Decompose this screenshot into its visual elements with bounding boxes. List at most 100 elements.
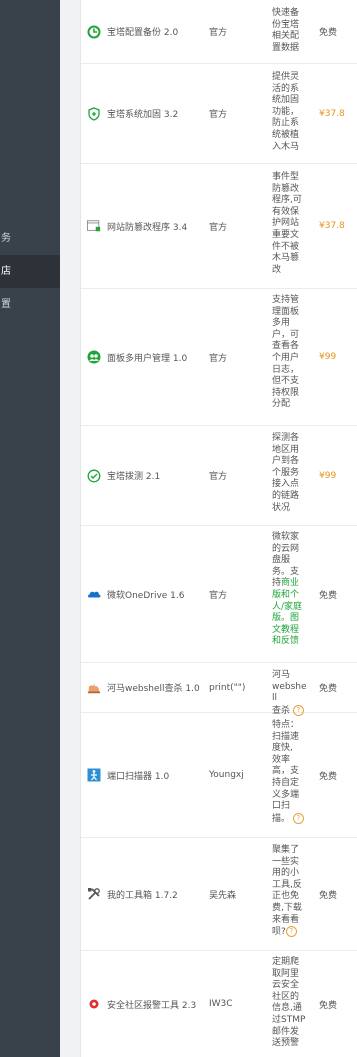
help-icon[interactable]: ? [292,812,304,824]
desc-line: 务。支 [272,566,300,577]
desc-line: 一些实 [272,856,300,867]
desc-line: 定期爬 [272,957,300,967]
desc-line: 活的系 [272,83,300,94]
tutorial-link[interactable]: 版。图 [272,613,308,625]
plugin-name-cell[interactable]: 端口扫描器 1.0 [87,713,209,837]
shield-plus-icon [87,106,101,121]
plugin-developer: 官方 [209,590,228,601]
plugin-developer: 吴先森 [209,890,237,901]
plugin-name: 微软OneDrive 1.6 [107,590,185,601]
desc-line: 件不被 [272,241,300,252]
plugin-name-cell[interactable]: 安全社区报警工具 2.3 [87,951,209,1057]
desc-text: 持 [272,578,282,589]
desc-line: 持商业 [272,578,308,590]
plugin-name-cell[interactable]: 微软OneDrive 1.6 [87,526,209,662]
plugin-price: 免费 [319,1000,338,1011]
plugin-name-cell[interactable]: 宝塔系统加固 3.2 [87,64,209,163]
desc-line: 费,下载 [272,902,302,913]
plugin-name-cell[interactable]: 宝塔配置备份 2.0 [87,0,209,63]
sidebar-item-settings[interactable]: 置 [0,288,60,321]
desc-line: 提供灵 [272,72,300,82]
tutorial-link[interactable]: 商业 [281,578,299,588]
probe-check-icon [87,469,101,483]
desc-line: 持自定 [272,777,300,788]
desc-line: 查看各 [272,341,300,352]
plugin-price: 免费 [319,771,338,782]
tutorial-link[interactable]: 版和个 [272,590,308,602]
table-row: 我的工具箱 1.7.2 吴先森 聚集了 一些实 用的小 工具,反 正也免 费,下… [81,838,357,951]
table-row: 宝塔拨测 2.1 官方 探测各 地区用 户到各 个服务 接入点 的链路 状况 ¥… [81,426,357,526]
desc-line: 个用户 [272,352,300,363]
desc-line: 过STMP [272,1014,306,1025]
help-icon[interactable]: ? [285,926,297,938]
desc-line: 河马 [272,670,291,680]
desc-line: 云安全 [272,980,300,991]
tutorial-link[interactable]: 文教程 [272,625,308,637]
plugin-name: 面板多用户管理 1.0 [107,353,188,364]
plugin-name: 河马webshell查杀 1.0 [107,684,200,694]
backup-clock-icon [87,25,101,39]
multi-user-icon [87,350,101,364]
desc-line: 正也免 [272,891,300,902]
plugin-name-cell[interactable]: 宝塔拨测 2.1 [87,426,209,525]
plugin-name-cell[interactable]: 河马webshell查杀 1.0 [87,663,209,712]
desc-line: 有效保 [272,206,300,217]
plugin-price: ¥99 [319,352,337,362]
plugin-price: ¥37.8 [319,221,345,231]
sidebar-item-label: 务 [1,233,11,244]
table-row: 网站防篡改程序 3.4 官方 事件型 防篡改 程序,可 有效保 护网站 重要文 … [81,164,357,289]
table-row: 面板多用户管理 1.0 官方 支持管 理面板 多用 户，可 查看各 个用户 日志… [81,289,357,426]
desc-line: 信息,通 [272,1003,302,1014]
desc-line: 用的小 [272,868,300,879]
desc-line: 的链路 [272,490,300,501]
plugin-name: 宝塔配置备份 2.0 [107,28,179,38]
plugin-name: 宝塔拨测 2.1 [107,472,161,482]
desc-line: 户，可 [272,329,300,340]
desc-line: 微软家 [272,532,300,542]
plugin-developer: 官方 [209,110,228,120]
desc-line: 户到各 [272,456,300,467]
plugin-name-cell[interactable]: 网站防篡改程序 3.4 [87,164,209,288]
plugin-developer: print("") [209,682,246,693]
plugin-name: 网站防篡改程序 3.4 [107,222,188,233]
plugin-developer: 官方 [209,28,228,38]
plugin-developer: Youngxj [209,770,244,780]
desc-line: 工具,反 [272,879,302,890]
plugin-description: 支持管 理面板 多用 户，可 查看各 个用户 日志， 但不支 持权限 分配 [272,295,308,411]
desc-line: 份宝塔 [272,19,300,30]
plugin-description: 快速备 份宝塔 相关配 置数据 [272,8,308,54]
tutorial-link[interactable]: 和反馈 [272,636,308,648]
desc-line: 护网站 [272,218,300,229]
desc-line: 的云网 [272,543,300,554]
desc-line: webshell [272,681,307,704]
plugin-price: 免费 [319,890,338,901]
table-row: 宝塔配置备份 2.0 官方 快速备 份宝塔 相关配 置数据 免费 [81,0,357,64]
desc-line: 防止系 [272,118,300,129]
plugin-name-cell[interactable]: 面板多用户管理 1.0 [87,289,209,425]
plugin-price: 免费 [319,590,338,601]
onedrive-cloud-icon [87,587,101,601]
tutorial-link[interactable]: 人/家庭 [272,602,308,614]
table-row: 安全社区报警工具 2.3 IW3C 定期爬 取阿里 云安全 社区的 信息,通 过… [81,951,357,1057]
hippo-scan-icon [87,681,101,695]
desc-line: 探测各 [272,433,300,443]
desc-line: 多用 [272,318,291,329]
desc-line: 功能， [272,106,300,117]
desc-line: 效率 [272,754,291,765]
desc-line: 防篡改 [272,183,300,194]
plugin-developer: IW3C [209,999,233,1009]
sidebar-item-store[interactable]: 店 [0,255,60,288]
desc-line: 个服务 [272,467,300,478]
plugin-description: 聚集了 一些实 用的小 工具,反 正也免 费,下载 来看看 呗?? [272,845,308,939]
desc-line: 持权限 [272,387,300,398]
desc-line: 但不支 [272,376,300,387]
content-gutter [60,0,80,1057]
desc-line: 盘服 [272,555,291,566]
plugin-name-cell[interactable]: 我的工具箱 1.7.2 [87,838,209,950]
desc-line: 聚集了 [272,845,300,855]
plugin-price: 免费 [319,684,338,694]
table-row: 端口扫描器 1.0 Youngxj 特点： 扫描速 度快, 效率 高，支 持自定… [81,713,357,838]
desc-line: 木马篡 [272,253,300,264]
sidebar-item-tasks[interactable]: 务 [0,222,60,255]
desc-line: 置数据 [272,42,300,53]
